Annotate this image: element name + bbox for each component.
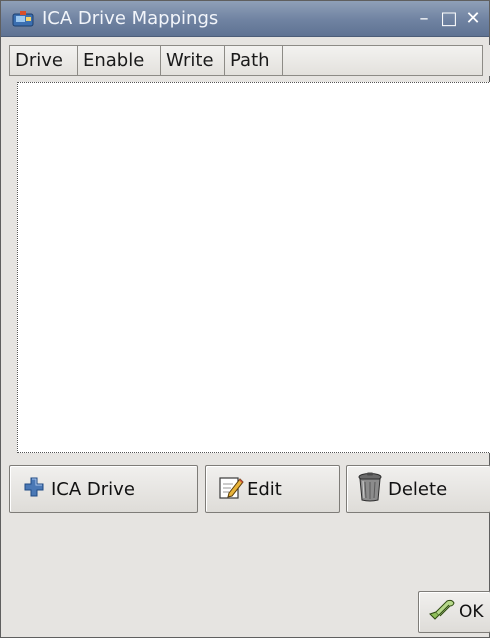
column-header-enable[interactable]: Enable: [77, 45, 160, 76]
window-title: ICA Drive Mappings: [42, 8, 219, 29]
edit-icon: [218, 474, 244, 505]
title-bar[interactable]: ICA Drive Mappings – □ ✕: [1, 1, 489, 37]
edit-button[interactable]: Edit: [205, 465, 340, 513]
network-drive-icon: [12, 9, 34, 29]
column-header-path[interactable]: Path: [224, 45, 282, 76]
maximize-button[interactable]: □: [438, 7, 460, 31]
delete-button[interactable]: Delete: [346, 465, 490, 513]
add-button-label: ICA Drive: [51, 478, 135, 500]
close-button[interactable]: ✕: [462, 7, 484, 31]
minimize-button[interactable]: –: [413, 7, 435, 31]
column-header-filler: [282, 45, 483, 76]
ok-button-label: OK: [459, 602, 484, 622]
delete-button-label: Delete: [388, 478, 448, 500]
edit-button-label: Edit: [247, 478, 282, 500]
column-header-write[interactable]: Write: [160, 45, 224, 76]
add-ica-drive-button[interactable]: ICA Drive: [9, 465, 198, 513]
table-header: Drive Enable Write Path: [9, 45, 490, 76]
column-header-drive[interactable]: Drive: [9, 45, 77, 76]
ok-button[interactable]: OK: [418, 591, 490, 633]
drive-mappings-window: ICA Drive Mappings – □ ✕ Drive Enable Wr…: [0, 0, 490, 638]
plus-icon: [24, 477, 44, 502]
drive-mappings-list[interactable]: [17, 82, 490, 453]
trash-icon: [357, 472, 383, 507]
ok-check-icon: [427, 597, 457, 628]
